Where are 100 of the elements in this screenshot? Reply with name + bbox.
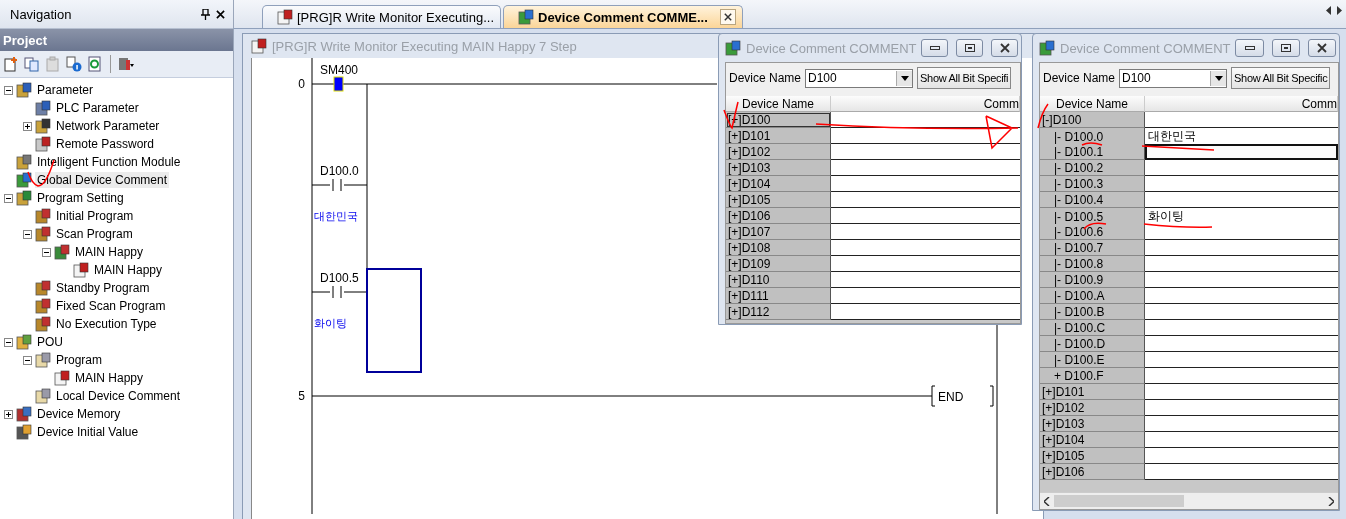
- tree-item[interactable]: Program: [54, 352, 104, 368]
- minimize-button[interactable]: [1235, 39, 1264, 57]
- device-cell[interactable]: [+]D104: [1040, 432, 1145, 448]
- device-name-dropdown[interactable]: D100: [1119, 68, 1228, 88]
- comment-cell[interactable]: [1145, 144, 1338, 160]
- device-cell[interactable]: [+]D106: [1040, 464, 1145, 480]
- refresh-icon[interactable]: [87, 56, 103, 72]
- device-cell[interactable]: |- D100.2: [1040, 160, 1145, 176]
- close-button[interactable]: [1307, 39, 1336, 57]
- comment-cell[interactable]: [831, 160, 1020, 176]
- tree-item[interactable]: Initial Program: [54, 208, 136, 224]
- device-cell[interactable]: [+]D106: [726, 208, 831, 224]
- scroll-right-icon[interactable]: [1337, 6, 1342, 15]
- device-cell[interactable]: [+]D102: [726, 144, 831, 160]
- device-cell[interactable]: [+]D110: [726, 272, 831, 288]
- device-cell[interactable]: |- D100.9: [1040, 272, 1145, 288]
- device-cell[interactable]: |- D100.3: [1040, 176, 1145, 192]
- comment-cell[interactable]: [1145, 304, 1338, 320]
- comment-cell[interactable]: [1145, 112, 1338, 128]
- device-cell[interactable]: [+]D111: [726, 288, 831, 304]
- scroll-right-icon[interactable]: [1328, 496, 1334, 506]
- comment-cell[interactable]: [831, 112, 1020, 128]
- device-cell[interactable]: + D100.F: [1040, 368, 1145, 384]
- device-cell[interactable]: [+]D103: [726, 160, 831, 176]
- tree-item[interactable]: MAIN Happy: [92, 262, 165, 278]
- device-cell[interactable]: |- D100.6: [1040, 224, 1145, 240]
- comment-cell[interactable]: [1145, 432, 1338, 448]
- device-cell[interactable]: |- D100.8: [1040, 256, 1145, 272]
- comment-cell[interactable]: [1145, 368, 1338, 384]
- module-dropdown-icon[interactable]: [118, 56, 134, 72]
- comment-cell[interactable]: [1145, 176, 1338, 192]
- tree-item[interactable]: Parameter: [35, 82, 96, 98]
- device-cell[interactable]: [+]D104: [726, 176, 831, 192]
- comment-cell[interactable]: [831, 128, 1020, 144]
- collapse-icon[interactable]: [23, 355, 32, 365]
- new-document-icon[interactable]: [3, 56, 19, 72]
- tree-item[interactable]: MAIN Happy: [73, 370, 146, 386]
- close-button[interactable]: [991, 39, 1018, 57]
- show-bits-button[interactable]: Show All Bit Specific: [1231, 67, 1331, 89]
- expand-icon[interactable]: [23, 121, 32, 131]
- info-icon[interactable]: [66, 56, 82, 72]
- device-cell[interactable]: |- D100.D: [1040, 336, 1145, 352]
- comment-cell[interactable]: [831, 144, 1020, 160]
- comment-cell[interactable]: [1145, 320, 1338, 336]
- tree-item[interactable]: No Execution Type: [54, 316, 159, 332]
- restore-button[interactable]: [956, 39, 984, 57]
- device-cell[interactable]: [+]D112: [726, 304, 831, 320]
- minimize-button[interactable]: [921, 39, 949, 57]
- comment-cell[interactable]: [1145, 240, 1338, 256]
- comment-cell[interactable]: [831, 256, 1020, 272]
- comment-cell[interactable]: [1145, 160, 1338, 176]
- device-cell[interactable]: [-]D100: [1040, 112, 1145, 128]
- device-cell[interactable]: |- D100.B: [1040, 304, 1145, 320]
- device-cell[interactable]: |- D100.7: [1040, 240, 1145, 256]
- tree-item[interactable]: Standby Program: [54, 280, 152, 296]
- tree-item[interactable]: Local Device Comment: [54, 388, 183, 404]
- collapse-icon[interactable]: [4, 337, 13, 347]
- comment-cell[interactable]: [831, 272, 1020, 288]
- tree-item[interactable]: Device Memory: [35, 406, 123, 422]
- copy-icon[interactable]: [24, 56, 40, 72]
- comment-cell[interactable]: [831, 208, 1020, 224]
- expand-icon[interactable]: [4, 409, 13, 419]
- device-cell[interactable]: [+]D108: [726, 240, 831, 256]
- comment-cell[interactable]: [1145, 400, 1338, 416]
- tree-item[interactable]: PLC Parameter: [54, 100, 141, 116]
- scroll-left-icon[interactable]: [1326, 6, 1331, 15]
- device-cell[interactable]: |- D100.A: [1040, 288, 1145, 304]
- tree-item[interactable]: Program Setting: [35, 190, 126, 206]
- device-cell[interactable]: [+]D101: [726, 128, 831, 144]
- comment-cell[interactable]: [1145, 384, 1338, 400]
- comment-cell[interactable]: [1145, 336, 1338, 352]
- tree-item[interactable]: Remote Password: [54, 136, 157, 152]
- device-cell[interactable]: [+]D109: [726, 256, 831, 272]
- comment-cell[interactable]: [1145, 272, 1338, 288]
- device-cell[interactable]: [+]D105: [726, 192, 831, 208]
- tree-item[interactable]: MAIN Happy: [73, 244, 146, 260]
- device-cell[interactable]: |- D100.1: [1040, 144, 1145, 160]
- collapse-icon[interactable]: [42, 247, 51, 257]
- comment-cell[interactable]: [1145, 224, 1338, 240]
- comment-cell[interactable]: [831, 240, 1020, 256]
- tree-item[interactable]: Device Initial Value: [35, 424, 141, 440]
- document-tab[interactable]: Device Comment COMME...: [503, 5, 743, 28]
- comment-cell[interactable]: [1145, 352, 1338, 368]
- tree-item[interactable]: Scan Program: [54, 226, 135, 242]
- close-icon[interactable]: [216, 9, 225, 19]
- comment-cell[interactable]: [1145, 288, 1338, 304]
- restore-button[interactable]: [1271, 39, 1300, 57]
- comment-cell[interactable]: [1145, 256, 1338, 272]
- tree-item[interactable]: Intelligent Function Module: [35, 154, 183, 170]
- tree-item[interactable]: POU: [35, 334, 65, 350]
- device-cell[interactable]: [+]D102: [1040, 400, 1145, 416]
- comment-cell[interactable]: [831, 192, 1020, 208]
- tree-item[interactable]: Network Parameter: [54, 118, 162, 134]
- comment-cell[interactable]: [1145, 192, 1338, 208]
- device-cell[interactable]: |- D100.E: [1040, 352, 1145, 368]
- device-cell[interactable]: |- D100.C: [1040, 320, 1145, 336]
- comment-cell[interactable]: [1145, 416, 1338, 432]
- comment-cell[interactable]: [831, 224, 1020, 240]
- collapse-icon[interactable]: [4, 85, 13, 95]
- device-name-dropdown[interactable]: D100: [805, 68, 914, 88]
